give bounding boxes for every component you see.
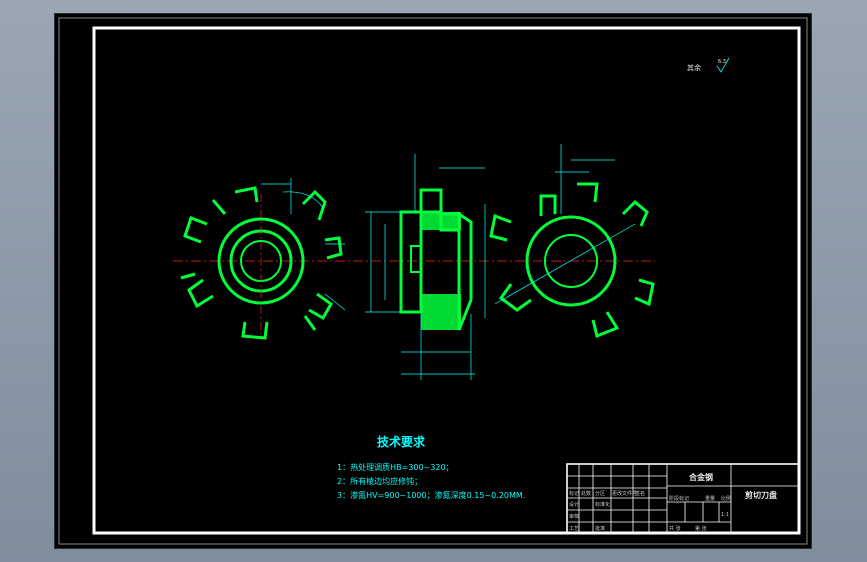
scale-text: 1:1 bbox=[721, 512, 729, 518]
tb-label-approve: 批准 bbox=[595, 525, 605, 532]
tb-label-count: 处数 bbox=[581, 490, 591, 497]
requirement-line-2: 2：所有棱边均应修钝； bbox=[337, 476, 422, 486]
part-name-text: 剪切刀盘 bbox=[745, 490, 777, 500]
tb-label-zone: 分区 bbox=[595, 490, 605, 497]
section-view-dimensions bbox=[365, 154, 486, 380]
requirements-title: 技术要求 bbox=[377, 434, 426, 449]
back-view-dimensions bbox=[494, 144, 636, 305]
cutter-section-view bbox=[399, 188, 473, 331]
tb-label-stage: 阶段标记 bbox=[669, 495, 689, 502]
requirement-line-1: 1：热处理调质HB=300~320； bbox=[337, 462, 454, 472]
tb-label-scale: 比例 bbox=[721, 495, 731, 502]
tb-label-change-doc: 更改文件号 bbox=[612, 490, 637, 497]
tb-label-weight: 重量 bbox=[705, 495, 715, 502]
tb-label-mark: 标记 bbox=[569, 490, 579, 497]
roughness-label: 其余 bbox=[687, 63, 701, 72]
tb-label-sheet-no: 第 张 bbox=[695, 525, 707, 532]
material-text: 合金钢 bbox=[688, 472, 713, 482]
tb-label-sign: 签名 bbox=[635, 490, 645, 497]
tb-label-review: 审核 bbox=[569, 513, 579, 520]
requirement-line-3: 3：渗氮HV=900~1000；渗氮深度0.15~0.20MM. bbox=[337, 490, 525, 500]
tb-label-process: 工艺 bbox=[569, 526, 579, 532]
cad-drawing: 其余 6.3 技术要求 1：热处理调质HB=300~320； 2：所有棱边均应修… bbox=[58, 17, 808, 545]
front-view-dimensions bbox=[261, 178, 346, 311]
tb-label-total-sheets: 共 张 bbox=[669, 525, 681, 532]
drawing-sheet: 其余 6.3 技术要求 1：热处理调质HB=300~320； 2：所有棱边均应修… bbox=[55, 14, 811, 548]
tb-label-standard: 标准化 bbox=[595, 501, 610, 508]
roughness-value: 6.3 bbox=[718, 59, 726, 65]
tb-label-design: 设计 bbox=[569, 501, 579, 508]
